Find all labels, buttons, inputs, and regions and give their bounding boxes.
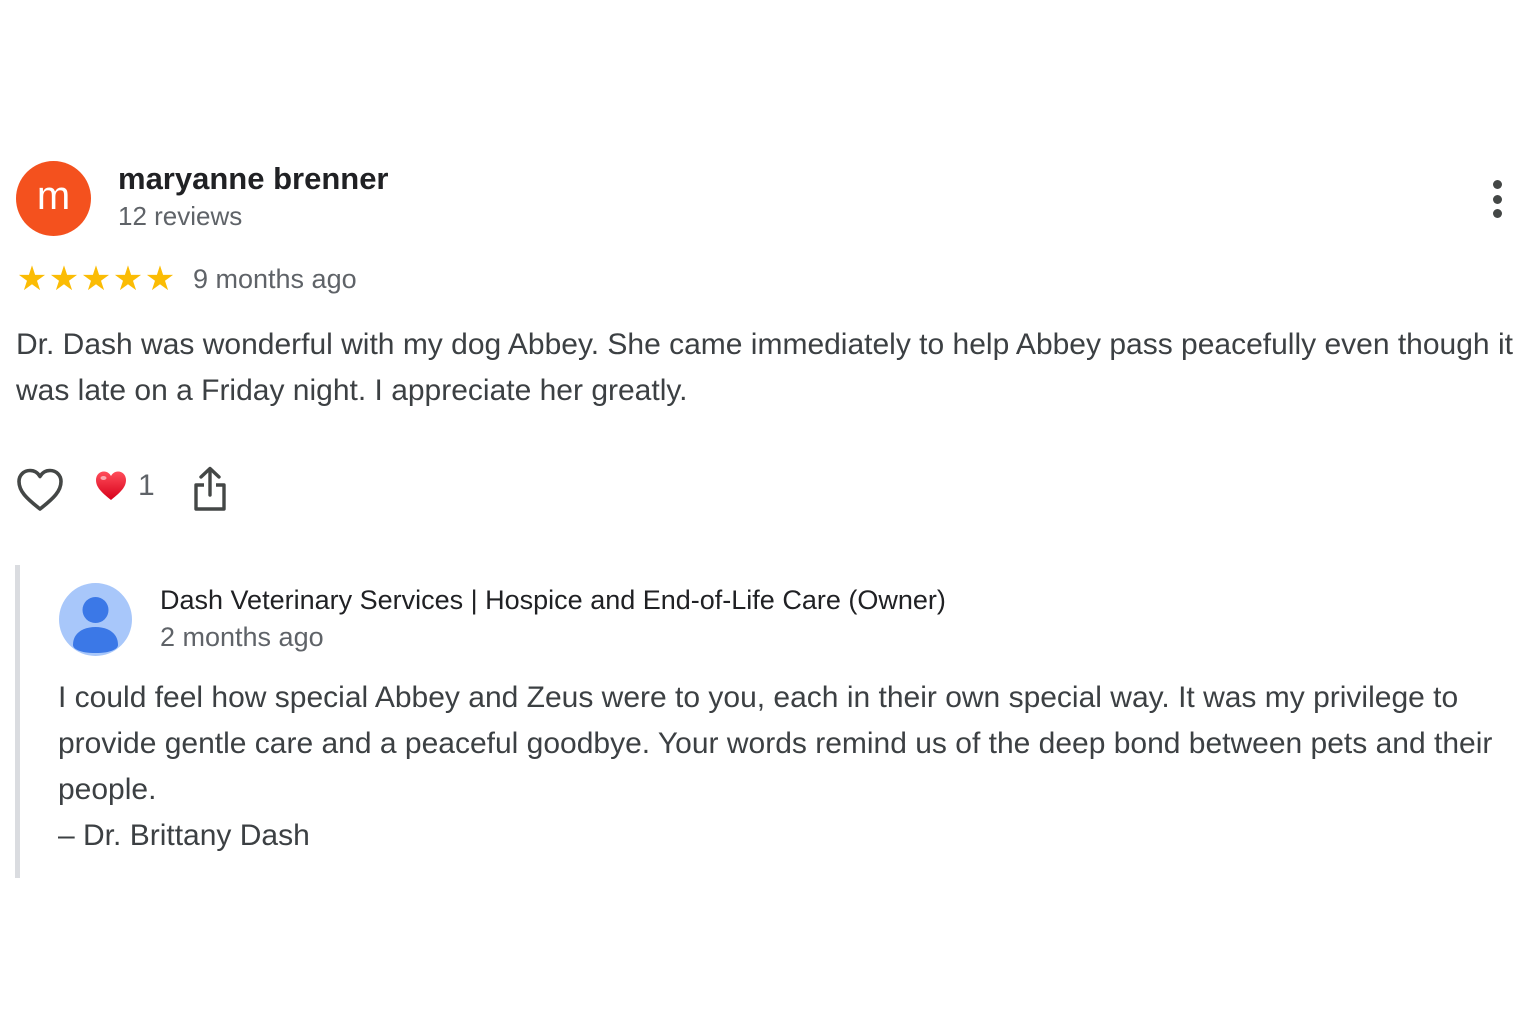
star-icon: ★ [48,260,80,298]
person-icon [73,597,118,653]
like-button[interactable] [16,467,64,513]
owner-reply-signature: – Dr. Brittany Dash [58,819,310,852]
more-vert-icon-dot [1492,209,1502,218]
star-icon: ★ [112,260,144,298]
review-text: Dr. Dash was wonderful with my dog Abbey… [16,328,1513,407]
share-icon [194,466,226,511]
owner-reply: Dash Veterinary Services | Hospice and E… [15,565,1525,878]
reviewer-review-count: 12 reviews [118,201,243,231]
star-rating: ★ ★ ★ ★ ★ [16,262,176,296]
heart-outline-icon [17,468,63,511]
owner-name: Dash Veterinary Services | Hospice and E… [160,585,946,615]
star-icon: ★ [144,260,176,298]
rating-row: ★ ★ ★ ★ ★ 9 months ago [16,262,357,296]
review-time: 9 months ago [193,263,357,294]
reaction-summary[interactable]: 1 [94,469,155,503]
more-vert-icon-dot [1492,194,1502,204]
owner-reply-time: 2 months ago [160,622,324,652]
avatar-letter: m [36,173,71,218]
star-icon: ★ [16,260,48,298]
star-icon: ★ [80,260,112,298]
red-heart-icon [96,471,126,500]
reaction-count: 1 [138,469,155,502]
reviewer-name[interactable]: maryanne brenner [118,161,389,197]
owner-avatar[interactable] [59,583,132,656]
owner-reply-text: I could feel how special Abbey and Zeus … [58,675,1528,859]
more-vert-icon [1492,180,1502,189]
share-button[interactable] [192,465,228,513]
more-options-button[interactable] [1480,176,1514,222]
review-card: m maryanne brenner 12 reviews ★ ★ ★ ★ ★ 9 mo… [0,0,1536,1024]
reviewer-avatar[interactable]: m [16,161,91,236]
owner-reply-body: I could feel how special Abbey and Zeus … [58,681,1493,806]
